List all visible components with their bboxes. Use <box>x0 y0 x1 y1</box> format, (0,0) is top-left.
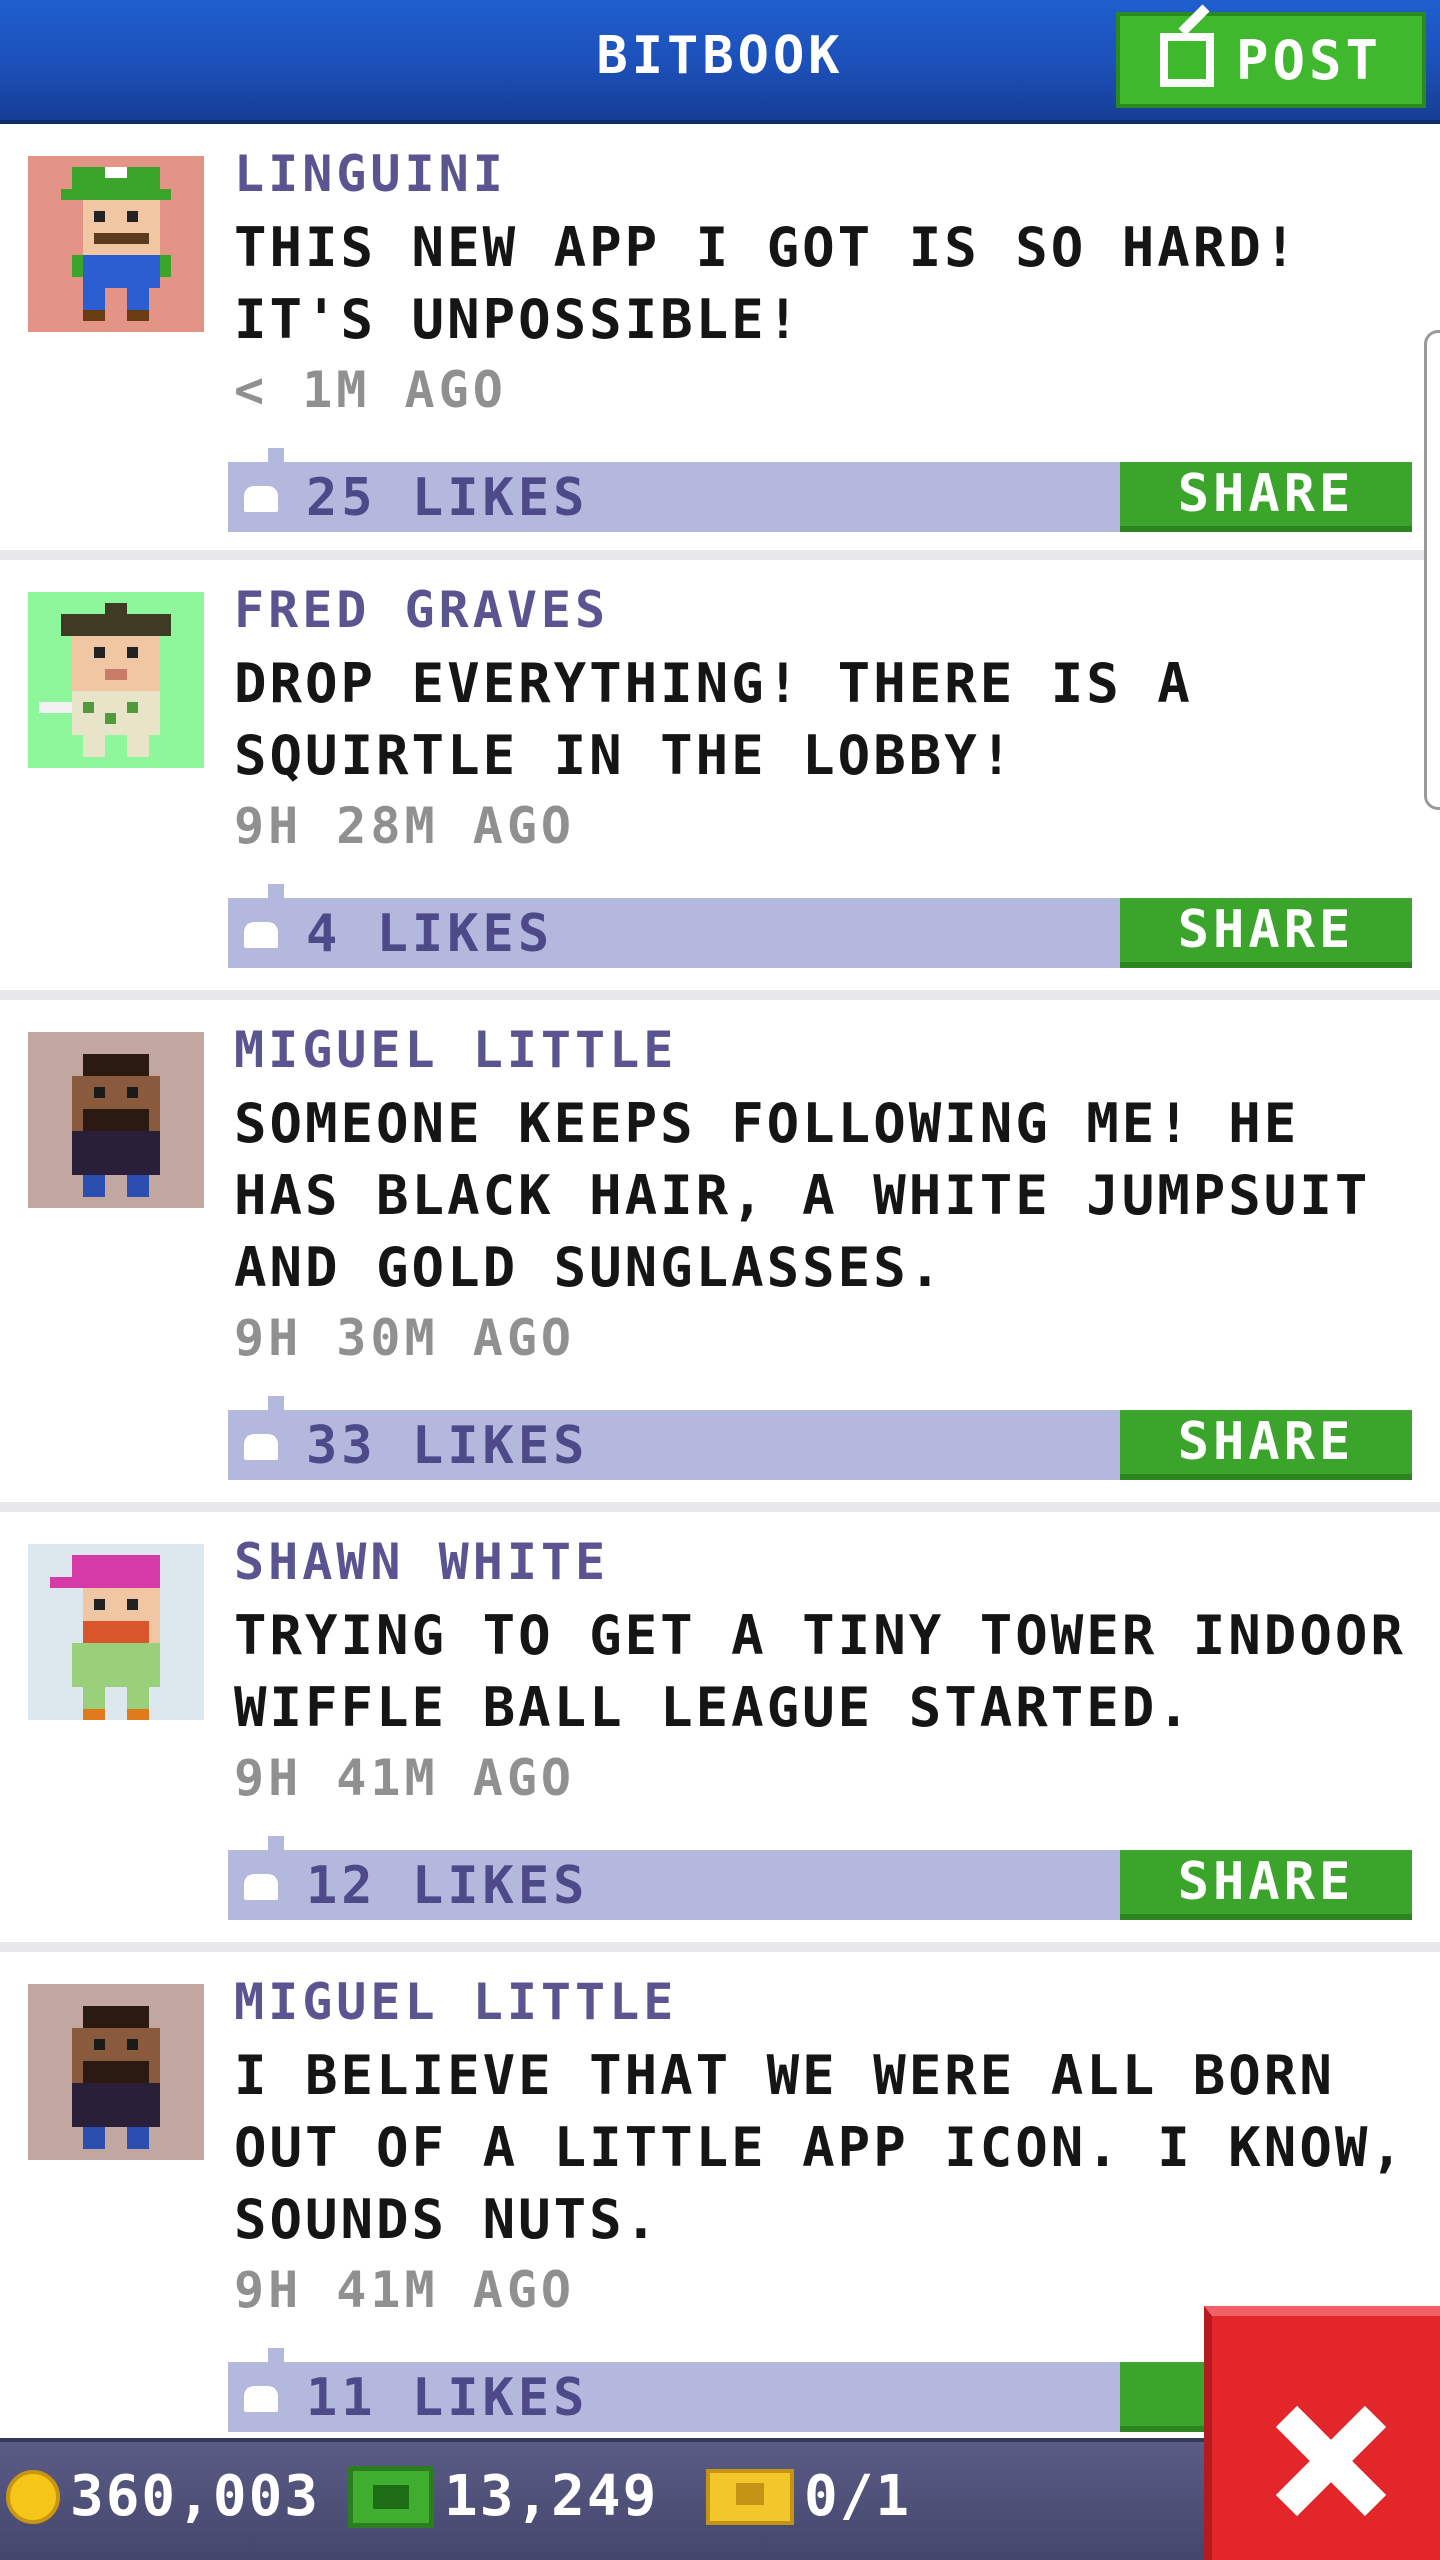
post-author[interactable]: SHAWN WHITE <box>234 1532 609 1592</box>
post-author[interactable]: LINGUINI <box>234 144 507 204</box>
feed-post: SHAWN WHITE TRYING TO GET A TINY TOWER I… <box>0 1512 1440 1952</box>
ticket-value: 0/1 <box>804 2464 912 2529</box>
avatar-shawn-white-image <box>50 1555 160 1720</box>
like-count: 25 LIKES <box>306 468 589 528</box>
thumbs-up-icon[interactable] <box>244 2386 278 2412</box>
like-count: 12 LIKES <box>306 1856 589 1916</box>
post-author[interactable]: FRED GRAVES <box>234 580 609 640</box>
post-button[interactable]: POST <box>1116 12 1426 108</box>
feed-post: MIGUEL LITTLE SOMEONE KEEPS FOLLOWING ME… <box>0 1000 1440 1512</box>
avatar[interactable] <box>28 156 204 332</box>
ticket-counter[interactable]: 0/1 <box>706 2462 911 2532</box>
share-button[interactable]: SHARE <box>1120 1850 1412 1920</box>
share-button[interactable]: SHARE <box>1120 462 1412 532</box>
ticket-icon <box>706 2469 794 2525</box>
feed-post: FRED GRAVES DROP EVERYTHING! THERE IS A … <box>0 560 1440 1000</box>
compose-icon <box>1159 33 1214 87</box>
like-count: 4 LIKES <box>306 904 554 964</box>
header-bar: BITBOOK POST <box>0 0 1440 124</box>
avatar[interactable] <box>28 1032 204 1208</box>
avatar[interactable] <box>28 1544 204 1720</box>
post-message: THIS NEW APP I GOT IS SO HARD! IT'S UNPO… <box>234 216 1300 351</box>
coin-icon <box>6 2470 60 2524</box>
thumbs-up-icon[interactable] <box>244 922 278 948</box>
scrollbar[interactable] <box>1424 330 1440 810</box>
like-count: 11 LIKES <box>306 2368 589 2428</box>
post-message: TRYING TO GET A TINY TOWER INDOOR WIFFLE… <box>234 1604 1406 1739</box>
likes-bar: 33 LIKES SHARE <box>228 1396 1412 1480</box>
post-timestamp: 9H 28M AGO <box>234 797 576 855</box>
feed-post: LINGUINI THIS NEW APP I GOT IS SO HARD! … <box>0 124 1440 560</box>
share-button[interactable]: SHARE <box>1120 1410 1412 1480</box>
likes-bar: 12 LIKES SHARE <box>228 1836 1412 1920</box>
avatar[interactable] <box>28 1984 204 2160</box>
post-timestamp: 9H 41M AGO <box>234 1749 576 1807</box>
post-message: SOMEONE KEEPS FOLLOWING ME! HE HAS BLACK… <box>234 1092 1371 1299</box>
avatar-miguel-little-image <box>72 1054 160 1197</box>
thumbs-up-icon[interactable] <box>244 1434 278 1460</box>
thumbs-up-icon[interactable] <box>244 486 278 512</box>
post-author[interactable]: MIGUEL LITTLE <box>234 1972 677 2032</box>
close-icon <box>1276 2406 1386 2516</box>
bux-counter[interactable]: 13,249 <box>348 2462 658 2532</box>
avatar-linguini-image <box>61 167 171 321</box>
avatar-fred-graves-image <box>39 603 171 757</box>
likes-bar: 4 LIKES SHARE <box>228 884 1412 968</box>
close-button[interactable] <box>1204 2306 1440 2560</box>
avatar-miguel-little-image <box>72 2006 160 2149</box>
post-message: I BELIEVE THAT WE WERE ALL BORN OUT OF A… <box>234 2044 1406 2251</box>
avatar[interactable] <box>28 592 204 768</box>
post-author[interactable]: MIGUEL LITTLE <box>234 1020 677 1080</box>
like-count: 33 LIKES <box>306 1416 589 1476</box>
share-button[interactable]: SHARE <box>1120 898 1412 968</box>
post-button-label: POST <box>1235 28 1383 92</box>
feed-list: LINGUINI THIS NEW APP I GOT IS SO HARD! … <box>0 124 1440 2472</box>
likes-bar: 25 LIKES SHARE <box>228 448 1412 532</box>
coin-counter: 360,003 <box>6 2462 320 2532</box>
post-message: DROP EVERYTHING! THERE IS A SQUIRTLE IN … <box>234 652 1193 787</box>
bux-value: 13,249 <box>444 2464 659 2529</box>
post-timestamp: 9H 41M AGO <box>234 2261 576 2319</box>
coin-value: 360,003 <box>70 2464 321 2529</box>
post-timestamp: < 1M AGO <box>234 361 507 419</box>
bux-icon <box>348 2466 434 2528</box>
post-timestamp: 9H 30M AGO <box>234 1309 576 1367</box>
thumbs-up-icon[interactable] <box>244 1874 278 1900</box>
